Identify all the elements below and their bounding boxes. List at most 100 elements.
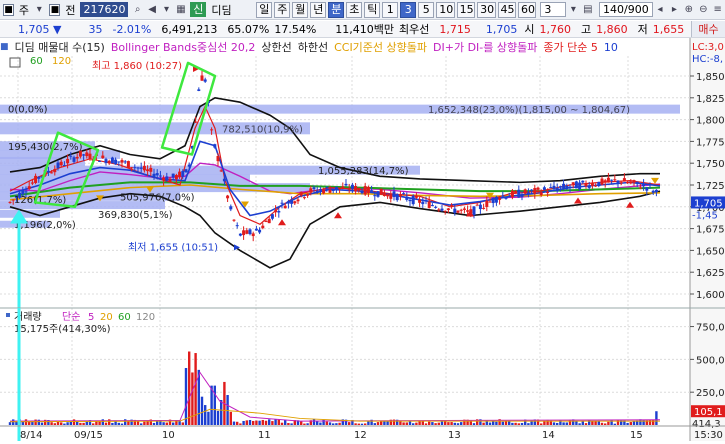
volume-bar [181,422,184,425]
candle [344,183,348,186]
candle [306,193,310,196]
candle [158,175,162,177]
scroll-right-icon[interactable]: ▸ [668,3,680,17]
volume-value: 15,175주(414,30%) [14,324,111,335]
toolbar-checkbox[interactable]: ■ [3,3,14,16]
candle [622,178,626,182]
best-quote-label: 최우선 [399,23,430,36]
high-price: 1,860 [596,22,628,36]
interval-1[interactable]: 1 [382,1,399,18]
volume-bar [216,410,220,425]
volume-bar [72,419,76,425]
candle [315,190,319,193]
candle [542,187,546,190]
chevron-down-icon[interactable]: ▾ [33,3,45,17]
zoom-out-icon[interactable]: ⊖ [697,3,709,17]
current-volume-label: 105,1 [694,407,723,418]
period-minute[interactable]: 분 [328,1,345,18]
grid-icon[interactable]: ▦ [175,3,187,17]
volume-ma-period: 120 [136,312,155,323]
candle [200,75,204,81]
period-tick[interactable]: 틱 [364,1,381,18]
signal-arrow [651,177,659,184]
period-week[interactable]: 주 [274,1,291,18]
type-selector[interactable]: 주 [16,2,32,18]
candle [331,189,335,191]
speaker-icon[interactable]: ◀ [146,3,158,17]
time-label: 14 [542,430,555,441]
chevron-down-icon[interactable]: ▾ [160,3,172,17]
jeon-selector[interactable]: 전 [62,2,78,18]
scroll-left-icon[interactable]: ◂ [654,3,666,17]
price-chart[interactable]: 60 120 LC:3,0HC:-8, 최고 1,860 (10:27) 최저 1,65… [0,38,725,441]
period-second[interactable]: 초 [346,1,363,18]
volume-bar [540,423,543,425]
candle [286,201,290,204]
candle [258,229,262,233]
candle [229,206,233,210]
candle [498,198,502,200]
candle [610,179,614,181]
interval-60[interactable]: 60 [517,1,537,18]
candle [254,228,258,231]
buy-button[interactable]: 매수 [691,21,725,37]
candle [261,225,265,229]
price-tick-label: 1,625 [696,268,725,279]
volume-bar [648,419,652,425]
interval-45[interactable]: 45 [497,1,516,18]
chevron-down-icon[interactable]: ▾ [567,3,579,17]
menu-icon[interactable]: ≡ [712,3,724,17]
candle [226,195,230,199]
buy-signal-arrow [334,212,342,219]
interval-5[interactable]: 5 [418,1,435,18]
period-month[interactable]: 월 [292,1,309,18]
volume-bar [82,422,85,425]
high-annotation: 최고 1,860 (10:27) [92,60,182,72]
volume-bar [405,422,408,425]
volume-bar [258,420,261,425]
interval-select[interactable]: 3 [540,2,567,17]
volume-bar [552,422,556,425]
candle [414,196,418,198]
grid-icon[interactable]: ▤ [582,3,594,17]
period-day[interactable]: 일 [256,1,273,18]
candle [264,220,268,222]
buy-signal-arrow [574,197,582,204]
candle [27,186,31,190]
toolbar: ■ 주 ▾ ■ 전 217620 ⌕ ◀ ▾ ▦ 신 디딤 일 주 월 년 분 … [0,0,725,20]
interval-30[interactable]: 30 [477,1,496,18]
interval-10[interactable]: 10 [436,1,455,18]
zoom-in-icon[interactable]: ⊕ [683,3,695,17]
volume-bar [101,419,104,425]
time-label: 12 [354,430,367,441]
volume-bar [104,422,108,425]
candle [466,210,470,212]
volume-bar [584,423,588,425]
period-year[interactable]: 년 [310,1,327,18]
candle [491,198,495,204]
toolbar-checkbox-2[interactable]: ■ [49,3,61,16]
candle [398,194,402,197]
volume-bar [408,421,412,425]
stock-code-input[interactable]: 217620 [80,2,129,17]
chart-area[interactable]: 60 120 LC:3,0 HC:-8, 최고 1,860 (10:27) 최저 1,65… [0,38,725,441]
volume-bar [565,422,568,425]
volume-profile-bar [0,209,60,218]
volume-bar [277,419,280,425]
candle [587,185,591,188]
volume-bar [412,423,415,425]
volume-bar [364,423,367,425]
interval-3[interactable]: 3 [400,1,417,18]
candle [520,194,524,197]
search-icon[interactable]: ⌕ [131,3,143,17]
candle [370,190,374,193]
volume-ratio: 65.07% [227,22,270,36]
volume-bar [562,422,565,425]
candle [536,187,540,190]
price-tick-label: 1,800 [696,116,725,127]
candle [456,210,460,213]
buy-signal-arrow [278,219,286,226]
interval-15[interactable]: 15 [456,1,476,18]
candle [197,89,201,91]
candle [235,225,239,227]
